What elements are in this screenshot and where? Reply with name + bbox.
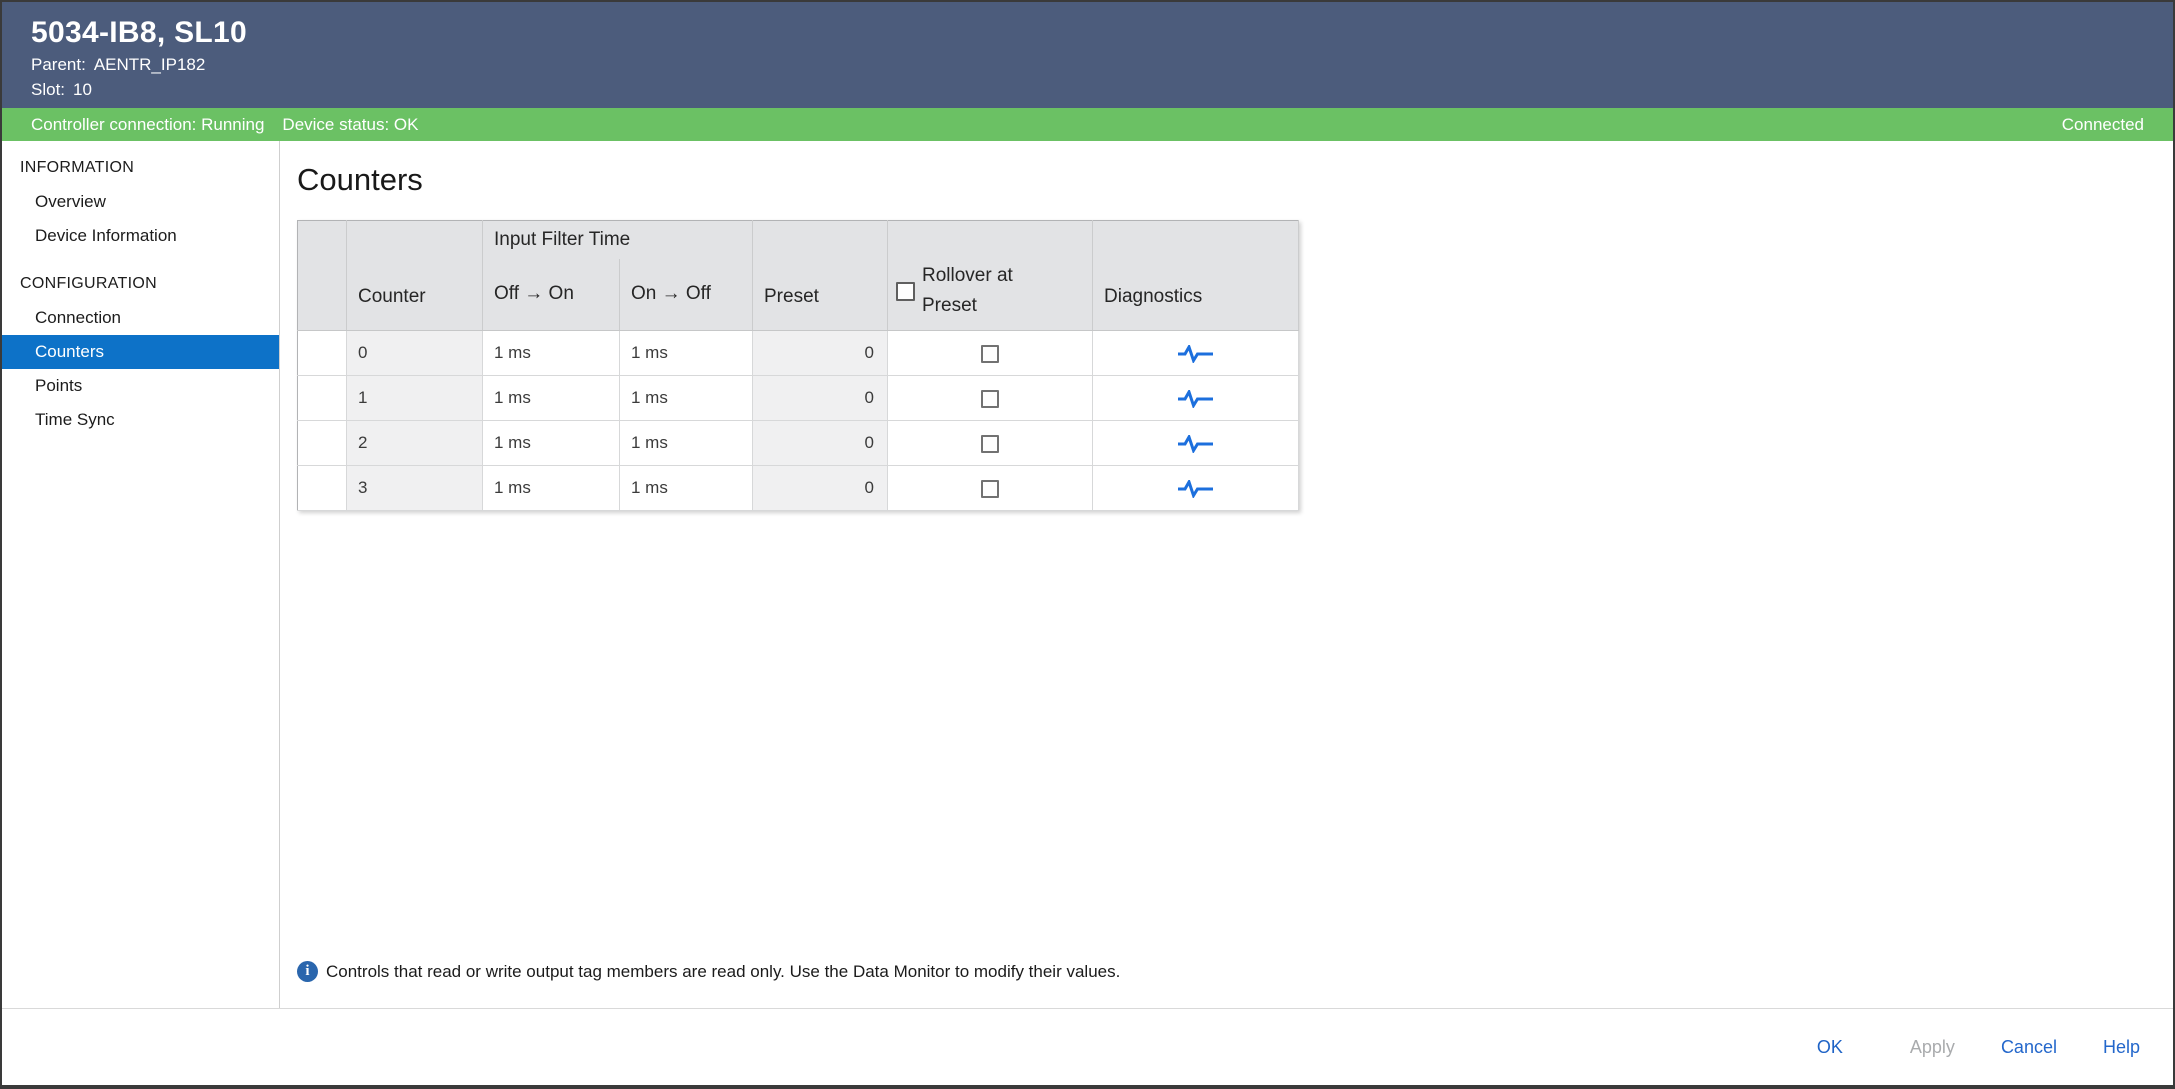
slot-value: 10 [73, 80, 92, 99]
rollover-cell [888, 376, 1093, 421]
apply-button[interactable]: Apply [1910, 1037, 1955, 1058]
rollover-checkbox[interactable] [981, 390, 999, 408]
counter-cell: 1 [347, 376, 483, 421]
dialog-button-bar: OK Apply Cancel Help [2, 1008, 2173, 1085]
off-to-on-cell[interactable]: 1 ms [483, 421, 620, 466]
module-title: 5034-IB8, SL10 [31, 14, 2144, 51]
pulse-waveform-icon[interactable] [1177, 435, 1214, 453]
device-status: Device status: OK [282, 115, 418, 135]
rollover-checkbox[interactable] [981, 345, 999, 363]
help-button[interactable]: Help [2103, 1037, 2140, 1058]
pulse-waveform-icon[interactable] [1177, 345, 1214, 363]
rollover-checkbox[interactable] [981, 480, 999, 498]
counter-cell: 2 [347, 421, 483, 466]
info-icon: i [297, 961, 318, 982]
preset-cell: 0 [753, 421, 888, 466]
slot-label: Slot: [31, 80, 65, 99]
on-to-off-cell[interactable]: 1 ms [620, 331, 753, 376]
sidebar-item-overview[interactable]: Overview [2, 185, 279, 219]
row-selector-cell[interactable] [298, 331, 347, 376]
off-to-on-cell[interactable]: 1 ms [483, 376, 620, 421]
counter-cell: 0 [347, 331, 483, 376]
rollover-cell [888, 331, 1093, 376]
on-to-off-cell[interactable]: 1 ms [620, 376, 753, 421]
parent-value: AENTR_IP182 [94, 55, 206, 74]
input-filter-time-group-header: Input Filter Time [483, 221, 753, 259]
preset-cell: 0 [753, 331, 888, 376]
rollover-column-header: Rollover at Preset [888, 221, 1093, 331]
cancel-button[interactable]: Cancel [2001, 1037, 2057, 1058]
rollover-cell [888, 421, 1093, 466]
counter-column-header: Counter [347, 221, 483, 331]
pulse-waveform-icon[interactable] [1177, 390, 1214, 408]
off-to-on-column-header: Off → On [483, 259, 620, 331]
diagnostics-cell [1093, 466, 1299, 511]
status-left-group: Controller connection: Running Device st… [31, 115, 418, 135]
counters-page: Counters Counter Input Filter Time Prese… [280, 141, 2173, 1008]
row-selector-cell[interactable] [298, 421, 347, 466]
category-sidebar: INFORMATION Overview Device Information … [2, 141, 280, 1008]
ok-button[interactable]: OK [1796, 1026, 1864, 1069]
diagnostics-cell [1093, 331, 1299, 376]
off-to-on-cell[interactable]: 1 ms [483, 466, 620, 511]
sidebar-item-counters[interactable]: Counters [2, 335, 279, 369]
parent-line: Parent: AENTR_IP182 [31, 54, 2144, 76]
preset-cell: 0 [753, 466, 888, 511]
diagnostics-column-header: Diagnostics [1093, 221, 1299, 331]
diagnostics-cell [1093, 376, 1299, 421]
preset-cell: 0 [753, 376, 888, 421]
pulse-waveform-icon[interactable] [1177, 480, 1214, 498]
controller-connection-status: Controller connection: Running [31, 115, 264, 135]
sidebar-item-connection[interactable]: Connection [2, 301, 279, 335]
off-to-on-cell[interactable]: 1 ms [483, 331, 620, 376]
table-row: 3 1 ms 1 ms 0 [298, 466, 1299, 511]
on-to-off-cell[interactable]: 1 ms [620, 421, 753, 466]
diagnostics-cell [1093, 421, 1299, 466]
sidebar-item-time-sync[interactable]: Time Sync [2, 403, 279, 437]
window-body: INFORMATION Overview Device Information … [2, 141, 2173, 1008]
read-only-note-text: Controls that read or write output tag m… [326, 962, 1120, 982]
sidebar-section-information: INFORMATION [2, 151, 279, 185]
sidebar-item-points[interactable]: Points [2, 369, 279, 403]
rollover-all-checkbox[interactable] [896, 282, 915, 301]
connected-status: Connected [2062, 115, 2144, 135]
rollover-cell [888, 466, 1093, 511]
row-selector-cell[interactable] [298, 466, 347, 511]
connection-status-bar: Controller connection: Running Device st… [2, 108, 2173, 141]
slot-line: Slot: 10 [31, 79, 2144, 101]
page-title: Counters [297, 157, 2173, 203]
table-row: 1 1 ms 1 ms 0 [298, 376, 1299, 421]
preset-column-header: Preset [753, 221, 888, 331]
counters-table: Counter Input Filter Time Preset Rollove… [297, 220, 1299, 511]
row-selector-cell[interactable] [298, 376, 347, 421]
rollover-checkbox[interactable] [981, 435, 999, 453]
sidebar-item-device-information[interactable]: Device Information [2, 219, 279, 253]
row-selector-header [298, 221, 347, 331]
rollover-header-label: Rollover at Preset [922, 261, 1013, 321]
read-only-note: i Controls that read or write output tag… [297, 961, 1120, 982]
parent-label: Parent: [31, 55, 86, 74]
table-row: 2 1 ms 1 ms 0 [298, 421, 1299, 466]
module-properties-window: 5034-IB8, SL10 Parent: AENTR_IP182 Slot: 1… [0, 0, 2175, 1089]
titlebar: 5034-IB8, SL10 Parent: AENTR_IP182 Slot: 1… [2, 2, 2173, 108]
counter-cell: 3 [347, 466, 483, 511]
table-row: 0 1 ms 1 ms 0 [298, 331, 1299, 376]
sidebar-section-configuration: CONFIGURATION [2, 267, 279, 301]
on-to-off-cell[interactable]: 1 ms [620, 466, 753, 511]
on-to-off-column-header: On → Off [620, 259, 753, 331]
